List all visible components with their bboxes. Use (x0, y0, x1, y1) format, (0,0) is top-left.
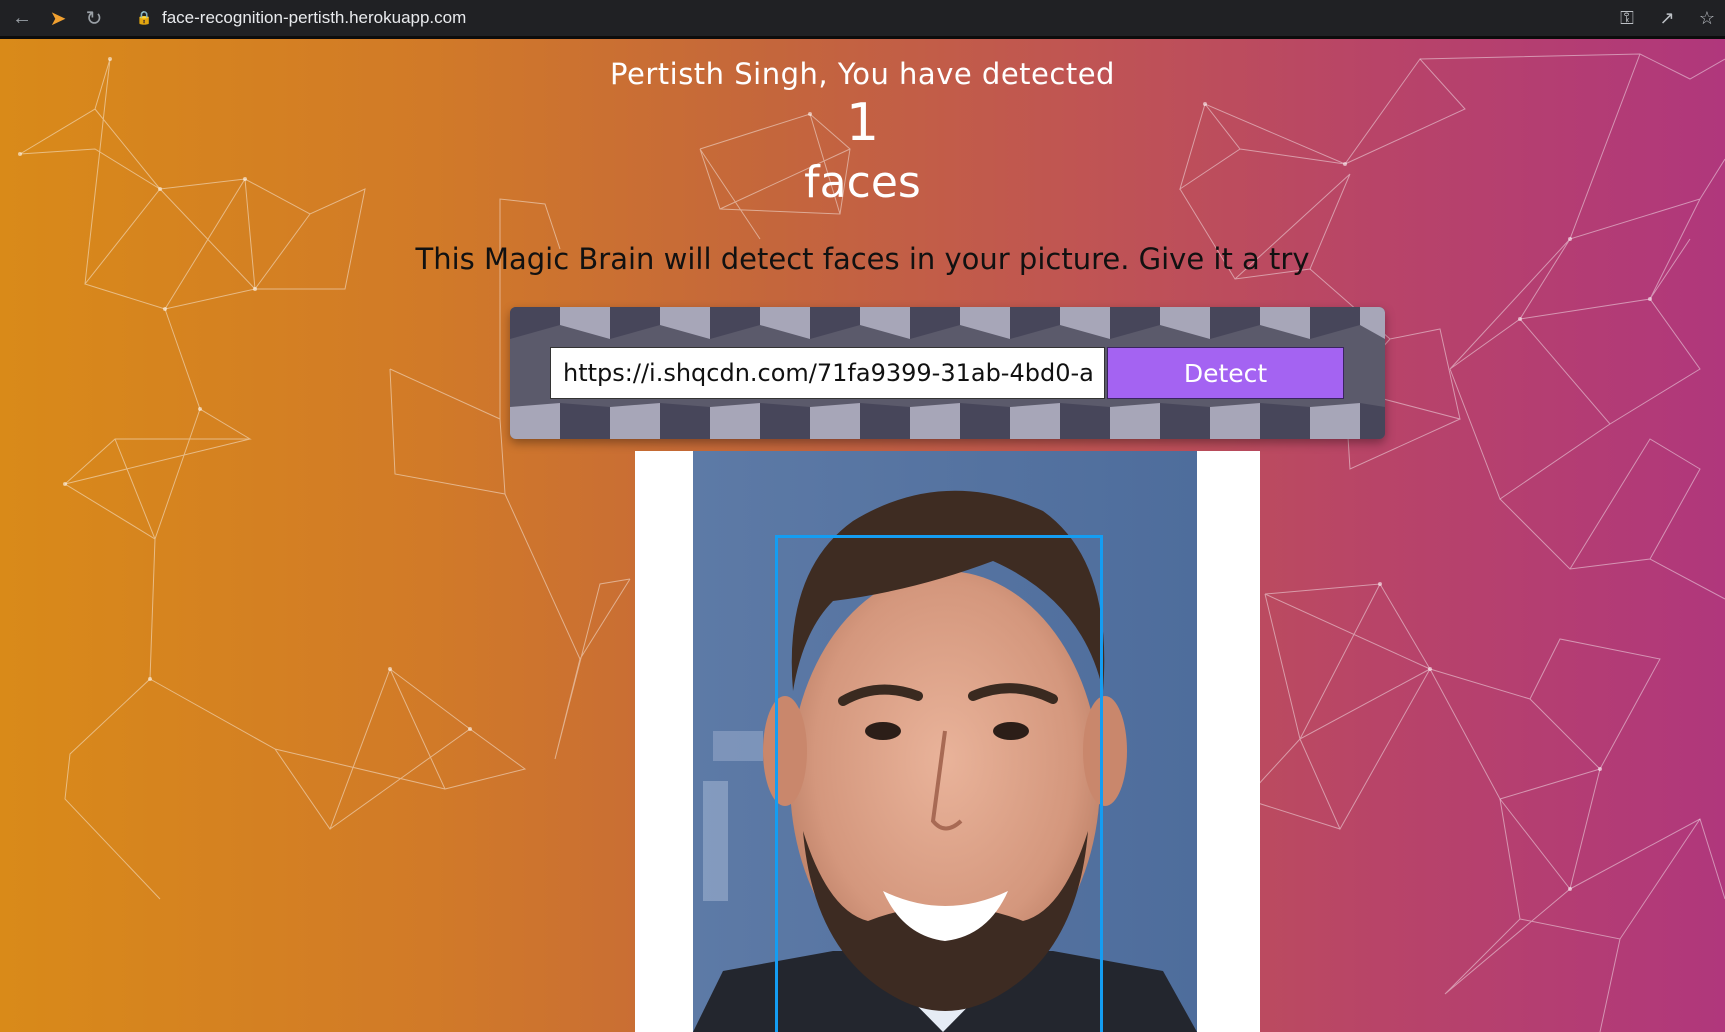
address-bar[interactable]: 🔒 face-recognition-pertisth.herokuapp.co… (136, 4, 1566, 32)
image-url-input[interactable] (550, 347, 1105, 399)
star-icon[interactable]: ☆ (1697, 8, 1717, 29)
detection-greeting: Pertisth Singh, You have detected (610, 57, 1115, 91)
share-icon[interactable]: ↗ (1657, 8, 1677, 29)
app-page: Pertisth Singh, You have detected 1 face… (0, 39, 1725, 1032)
forward-extension-icon[interactable]: ➤ (40, 0, 76, 36)
browser-toolbar: ← ➤ ↻ 🔒 face-recognition-pertisth.heroku… (0, 0, 1725, 36)
lock-icon[interactable]: 🔒 (136, 10, 152, 26)
detected-image-frame (635, 451, 1260, 1032)
browser-actions: ⚿ ↗ ☆ (1617, 0, 1717, 36)
image-url-form: Detect (510, 307, 1385, 439)
face-count: 1 (845, 93, 880, 153)
face-count-unit: faces (804, 157, 921, 208)
reload-icon[interactable]: ↻ (76, 0, 112, 36)
face-bounding-box (775, 535, 1103, 1032)
key-icon[interactable]: ⚿ (1617, 8, 1637, 29)
detect-button[interactable]: Detect (1107, 347, 1344, 399)
back-arrow-icon[interactable]: ← (4, 0, 40, 36)
address-bar-url: face-recognition-pertisth.herokuapp.com (162, 8, 467, 27)
app-tagline: This Magic Brain will detect faces in yo… (415, 242, 1310, 276)
